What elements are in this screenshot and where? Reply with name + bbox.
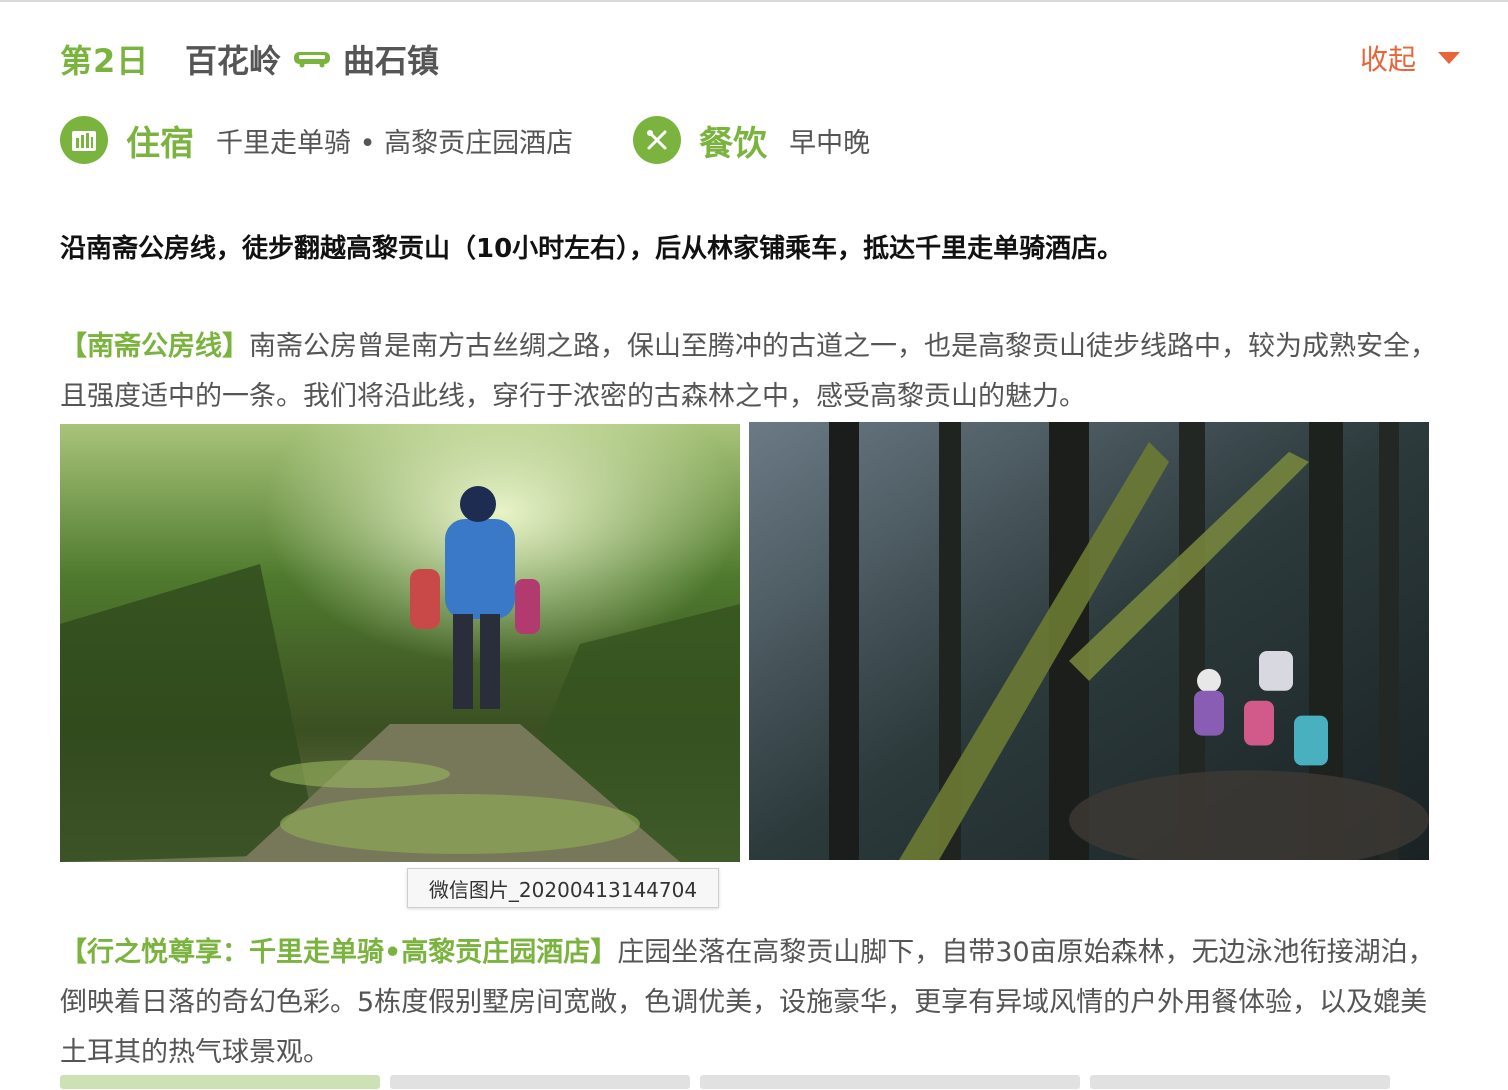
day-summary: 沿南斋公房线，徒步翻越高黎贡山（10小时左右），后从林家铺乘车，抵达千里走单骑酒…: [60, 234, 1124, 264]
route-from: 百花岭: [185, 42, 282, 80]
section-title: 【行之悦尊享：千里走单骑•高黎贡庄园酒店】: [60, 937, 618, 968]
section-body: 南斋公房曾是南方古丝绸之路，保山至腾冲的古道之一，也是高黎贡山徒步线路中，较为成…: [60, 331, 1437, 412]
collapse-label: 收起: [1359, 43, 1416, 76]
chevron-down-icon: [1438, 52, 1460, 64]
dark-forest-photo: [749, 422, 1429, 860]
meal-label: 餐饮: [699, 123, 768, 164]
stay-value: 千里走单骑 • 高黎贡庄园酒店: [216, 127, 574, 159]
section-nanzhai: 【南斋公房线】南斋公房曾是南方古丝绸之路，保山至腾冲的古道之一，也是高黎贡山徒步…: [60, 322, 1450, 422]
dining-icon: [633, 116, 682, 164]
day-number: 第2日: [60, 42, 150, 80]
bus-icon: [294, 52, 331, 68]
collapse-button[interactable]: 收起: [1360, 38, 1460, 78]
section-hotel: 【行之悦尊享：千里走单骑•高黎贡庄园酒店】庄园坐落在高黎贡山脚下，自带30亩原始…: [60, 928, 1450, 1078]
cut-off-next-line: [60, 1074, 1440, 1090]
forest-trail-photo: [60, 424, 740, 862]
stay-label: 住宿: [126, 123, 194, 164]
section-title: 【南斋公房线】: [60, 331, 249, 362]
route-to: 曲石镇: [343, 42, 440, 80]
image-tooltip: 微信图片_20200413144704: [407, 868, 719, 908]
route: 百花岭 曲石镇: [185, 36, 439, 82]
hotel-icon: [60, 116, 108, 164]
day-header: 第2日 百花岭 曲石镇 收起: [60, 30, 1460, 84]
top-border: [0, 0, 1508, 2]
meal-value: 早中晚: [789, 127, 871, 159]
day-meta: 住宿 千里走单骑 • 高黎贡庄园酒店 餐饮 早中晚: [60, 114, 870, 166]
